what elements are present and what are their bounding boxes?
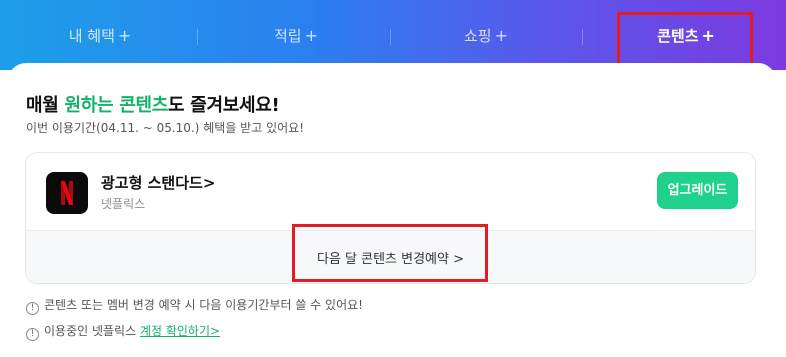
tab-label: 적립: [273, 27, 302, 45]
annotation-box-contents-tab: [617, 12, 753, 69]
annotation-box-change-link: [292, 224, 488, 282]
tab-label: 쇼핑: [463, 27, 492, 45]
plan-name-link[interactable]: 광고형 스탠다드>: [101, 172, 215, 193]
title-text: 도 즐겨보세요!: [168, 95, 280, 116]
title-highlight: 원하는: [64, 95, 114, 116]
info-icon: !: [26, 328, 39, 341]
check-account-link[interactable]: 계정 확인하기>: [140, 324, 220, 338]
tab-divider: [390, 29, 391, 45]
tab-my-benefits[interactable]: 내 혜택 +: [40, 24, 160, 48]
benefit-period-text: 이번 이용기간(04.11. ~ 05.10.) 혜택을 받고 있어요!: [26, 121, 305, 135]
plan-provider: 넷플릭스: [101, 197, 146, 211]
notice-text: 이용중인 넷플릭스: [44, 324, 140, 338]
notice-change-reservation: ! 콘텐츠 또는 멤버 변경 예약 시 다음 이용기간부터 쓸 수 있어요!: [26, 297, 363, 315]
tab-divider: [197, 29, 198, 45]
tab-label: 내 혜택: [68, 27, 115, 45]
netflix-logo-icon: [46, 172, 88, 214]
tab-divider: [582, 29, 583, 45]
page-title: 매월 원하는 콘텐츠도 즐겨보세요!: [26, 91, 280, 117]
notice-text: 콘텐츠 또는 멤버 변경 예약 시 다음 이용기간부터 쓸 수 있어요!: [44, 298, 363, 312]
title-text: 매월: [26, 95, 65, 116]
netflix-n-icon: [61, 181, 73, 205]
plus-icon: +: [117, 26, 132, 45]
upgrade-button[interactable]: 업그레이드: [657, 172, 738, 209]
title-highlight: 콘텐츠: [119, 95, 169, 116]
plus-icon: +: [304, 26, 318, 45]
tab-points[interactable]: 적립 +: [236, 24, 356, 48]
notice-account: ! 이용중인 넷플릭스 계정 확인하기>: [26, 323, 220, 341]
info-icon: !: [26, 302, 39, 315]
plus-icon: +: [494, 26, 508, 45]
tab-shopping[interactable]: 쇼핑 +: [426, 24, 546, 48]
